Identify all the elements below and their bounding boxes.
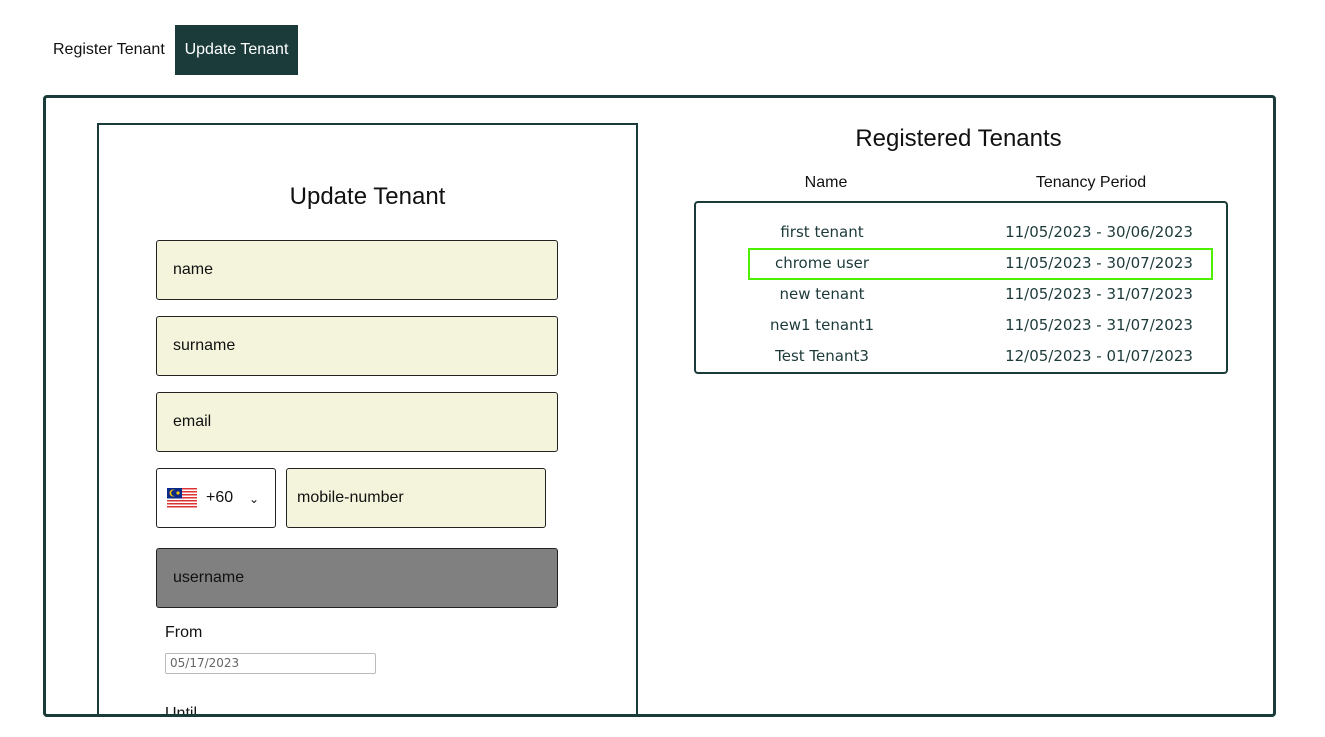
- tab-register-tenant[interactable]: Register Tenant: [43, 25, 175, 75]
- registered-tenants-title: Registered Tenants: [855, 125, 1062, 152]
- surname-input[interactable]: surname: [156, 316, 558, 376]
- tenant-name: chrome user: [774, 254, 870, 272]
- from-label: From: [165, 624, 203, 641]
- table-row[interactable]: first tenant 11/05/2023 - 30/06/2023: [696, 217, 1226, 248]
- tenant-period: 12/05/2023 - 01/07/2023: [1005, 347, 1193, 365]
- main-panel: Update Tenant name surname email +60 ⌄ m…: [43, 95, 1276, 717]
- tenant-name: Test Tenant3: [775, 347, 869, 365]
- email-input[interactable]: email: [156, 392, 558, 452]
- until-label: Until: [165, 705, 198, 717]
- form-title: Update Tenant: [289, 183, 446, 210]
- tenant-period: 11/05/2023 - 30/07/2023: [1005, 254, 1193, 272]
- table-row[interactable]: new tenant 11/05/2023 - 31/07/2023: [696, 279, 1226, 310]
- table-row[interactable]: chrome user 11/05/2023 - 30/07/2023: [696, 248, 1226, 279]
- from-date-input[interactable]: 05/17/2023: [165, 653, 376, 674]
- update-tenant-form: Update Tenant name surname email +60 ⌄ m…: [97, 123, 638, 717]
- mobile-number-input[interactable]: mobile-number: [286, 468, 546, 528]
- tenant-period: 11/05/2023 - 31/07/2023: [1005, 316, 1193, 334]
- table-row[interactable]: new1 tenant1 11/05/2023 - 31/07/2023: [696, 310, 1226, 341]
- username-input: username: [156, 548, 558, 608]
- tenant-period: 11/05/2023 - 30/06/2023: [1005, 223, 1193, 241]
- header-tenancy-period: Tenancy Period: [1035, 174, 1147, 191]
- tenant-name: new tenant: [779, 285, 865, 303]
- country-code: +60: [206, 489, 234, 506]
- chevron-down-icon: ⌄: [249, 492, 260, 506]
- tenant-name: first tenant: [780, 223, 864, 241]
- tenant-name: new1 tenant1: [769, 316, 875, 334]
- header-name: Name: [804, 174, 848, 191]
- name-input[interactable]: name: [156, 240, 558, 300]
- table-row[interactable]: Test Tenant3 12/05/2023 - 01/07/2023: [696, 341, 1226, 372]
- malaysia-flag-icon: [167, 488, 197, 508]
- tenant-period: 11/05/2023 - 31/07/2023: [1005, 285, 1193, 303]
- tenants-table: first tenant 11/05/2023 - 30/06/2023 chro…: [694, 201, 1228, 374]
- country-code-select[interactable]: +60 ⌄: [156, 468, 276, 528]
- tab-update-tenant[interactable]: Update Tenant: [175, 25, 298, 75]
